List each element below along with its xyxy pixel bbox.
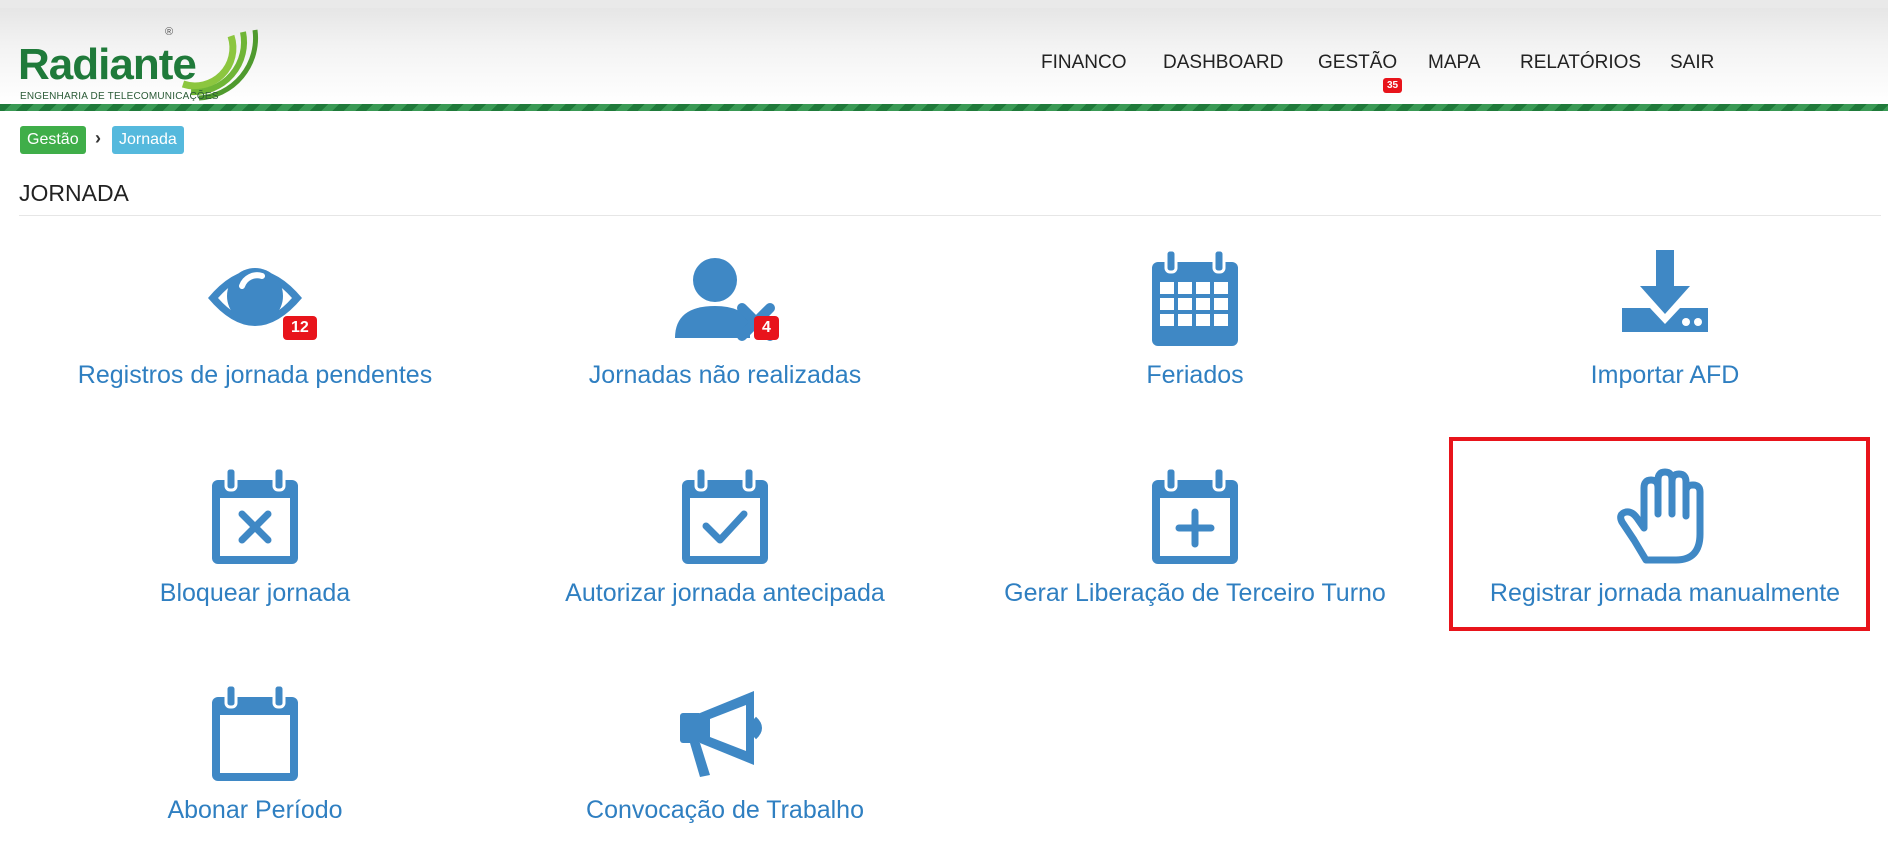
logo-subtitle: ENGENHARIA DE TELECOMUNICAÇÕES	[20, 91, 219, 102]
tile-autorizar-jornada-antecipada[interactable]: Autorizar jornada antecipada	[490, 466, 960, 638]
tile-label: Bloquear jornada	[159, 579, 351, 607]
tile-gerar-liberacao-terceiro-turno[interactable]: Gerar Liberação de Terceiro Turno	[960, 466, 1430, 638]
header-stripe	[0, 104, 1888, 111]
nav-financo[interactable]: FINANCO	[1041, 52, 1127, 74]
tile-registros-pendentes[interactable]: 12 Registros de jornada pendentes	[20, 250, 490, 420]
page-title: JORNADA	[19, 180, 129, 206]
tile-feriados[interactable]: Feriados	[960, 248, 1430, 420]
tile-label: Importar AFD	[1590, 361, 1740, 389]
logo-registered-mark: ®	[165, 26, 174, 38]
tile-convocacao-de-trabalho[interactable]: Convocação de Trabalho	[490, 685, 960, 855]
calendar-empty-icon	[200, 683, 310, 785]
nav-relatorios[interactable]: RELATÓRIOS	[1520, 52, 1641, 74]
top-header: ® Radiante ENGENHARIA DE TELECOMUNICAÇÕE…	[0, 0, 1888, 104]
tile-label: Feriados	[1146, 361, 1244, 389]
megaphone-icon	[670, 685, 780, 785]
nav-mapa[interactable]: MAPA	[1428, 52, 1480, 74]
breadcrumb-gestao[interactable]: Gestão	[20, 126, 86, 154]
tile-bloquear-jornada[interactable]: Bloquear jornada	[20, 466, 490, 638]
pending-count-badge: 12	[283, 316, 317, 340]
tile-label: Convocação de Trabalho	[586, 796, 864, 824]
title-divider	[19, 215, 1881, 216]
highlight-box	[1449, 437, 1870, 631]
breadcrumb-chevron-icon: ›	[95, 128, 101, 148]
main-nav: FINANCO DASHBOARD GESTÃO 35 MAPA RELATÓR…	[0, 52, 1888, 93]
tile-label: Autorizar jornada antecipada	[565, 579, 885, 607]
tile-label: Gerar Liberação de Terceiro Turno	[1004, 579, 1386, 607]
tile-label: Registros de jornada pendentes	[77, 361, 433, 389]
nav-gestao-badge: 35	[1383, 78, 1403, 93]
nav-sair[interactable]: SAIR	[1670, 52, 1714, 74]
tile-label: Jornadas não realizadas	[588, 361, 862, 389]
tile-abonar-periodo[interactable]: Abonar Período	[20, 683, 490, 855]
nav-dashboard[interactable]: DASHBOARD	[1163, 52, 1283, 74]
tile-jornadas-nao-realizadas[interactable]: 4 Jornadas não realizadas	[490, 250, 960, 420]
calendar-plus-icon	[1140, 466, 1250, 568]
nav-gestao[interactable]: GESTÃO	[1318, 52, 1397, 74]
tile-importar-afd[interactable]: Importar AFD	[1430, 250, 1888, 420]
calendar-x-icon	[200, 466, 310, 568]
missed-count-badge: 4	[754, 316, 779, 340]
breadcrumb-jornada[interactable]: Jornada	[112, 126, 184, 154]
tile-label: Abonar Período	[167, 796, 343, 824]
download-icon	[1610, 250, 1720, 350]
calendar-check-icon	[670, 466, 780, 568]
calendar-grid-icon	[1140, 248, 1250, 350]
